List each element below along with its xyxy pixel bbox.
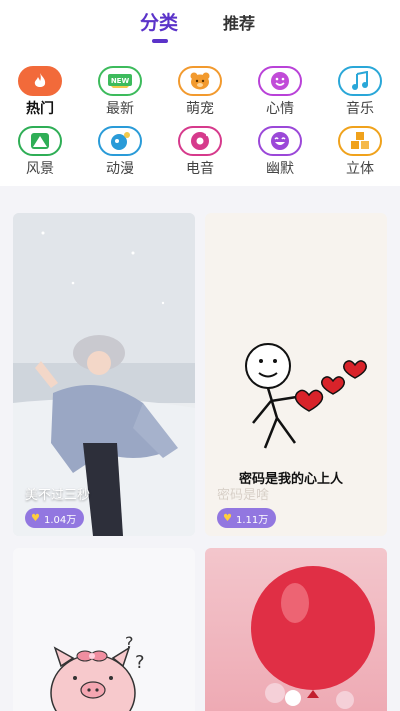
category-label: 风景 xyxy=(26,161,54,177)
category-label: 动漫 xyxy=(106,161,134,177)
red-balloon-illustration xyxy=(251,566,375,709)
top-tabs: 分类 推荐 xyxy=(0,8,400,44)
wallpaper-card[interactable]: ? ? xyxy=(13,548,195,711)
category-label: 萌宠 xyxy=(186,101,214,117)
category-hot[interactable]: 热门 xyxy=(10,66,70,120)
laugh-icon xyxy=(258,126,302,156)
mood-icon xyxy=(258,66,302,96)
tab-category[interactable]: 分类 xyxy=(140,8,178,35)
wallpaper-card[interactable]: 密码是我的心上人 密码是啥 ♥ 1.11万 xyxy=(205,213,387,536)
likes-badge: ♥ 1.04万 xyxy=(25,508,85,528)
wallpaper-card[interactable] xyxy=(205,548,387,711)
cubes-icon xyxy=(338,126,382,156)
svg-text:NEW: NEW xyxy=(111,77,130,85)
category-scenery[interactable]: 风景 xyxy=(10,126,70,180)
music-note-icon xyxy=(338,66,382,96)
tab-recommend[interactable]: 推荐 xyxy=(223,10,255,34)
category-anime[interactable]: 动漫 xyxy=(90,126,150,180)
flame-icon xyxy=(18,66,62,96)
category-label: 幽默 xyxy=(266,161,294,177)
pig-illustration: ? ? xyxy=(50,633,145,711)
anime-icon xyxy=(98,126,142,156)
category-label: 电音 xyxy=(186,161,214,177)
category-edm[interactable]: 电音 xyxy=(170,126,230,180)
svg-text:?: ? xyxy=(125,633,134,652)
disc-icon xyxy=(178,126,222,156)
category-label: 音乐 xyxy=(346,101,374,117)
wallpaper-card[interactable]: 美不过三秒 ♥ 1.04万 xyxy=(13,213,195,536)
category-label: 心情 xyxy=(266,101,294,117)
tab-underline xyxy=(152,39,168,43)
category-pets[interactable]: 萌宠 xyxy=(170,66,230,120)
heart-icon: ♥ xyxy=(223,512,232,524)
card-title: 密码是啥 xyxy=(217,488,270,503)
likes-badge: ♥ 1.11万 xyxy=(217,508,277,528)
top-panel: 分类 推荐 热门 NEW 最新 萌宠 心情 音乐 风景 动漫 电音 幽默 立体 xyxy=(0,0,400,186)
category-music[interactable]: 音乐 xyxy=(330,66,390,120)
bear-icon xyxy=(178,66,222,96)
heart-icon: ♥ xyxy=(31,512,40,524)
category-label: 立体 xyxy=(346,161,374,177)
mountain-icon xyxy=(18,126,62,156)
likes-count: 1.11万 xyxy=(235,514,269,526)
card-title: 美不过三秒 xyxy=(25,488,91,503)
category-mood[interactable]: 心情 xyxy=(250,66,310,120)
svg-text:?: ? xyxy=(135,652,145,673)
category-label: 最新 xyxy=(106,101,134,117)
new-badge-icon: NEW xyxy=(98,66,142,96)
category-humor[interactable]: 幽默 xyxy=(250,126,310,180)
category-3d[interactable]: 立体 xyxy=(330,126,390,180)
likes-count: 1.04万 xyxy=(43,514,77,526)
category-label: 热门 xyxy=(26,101,54,117)
category-new[interactable]: NEW 最新 xyxy=(90,66,150,120)
